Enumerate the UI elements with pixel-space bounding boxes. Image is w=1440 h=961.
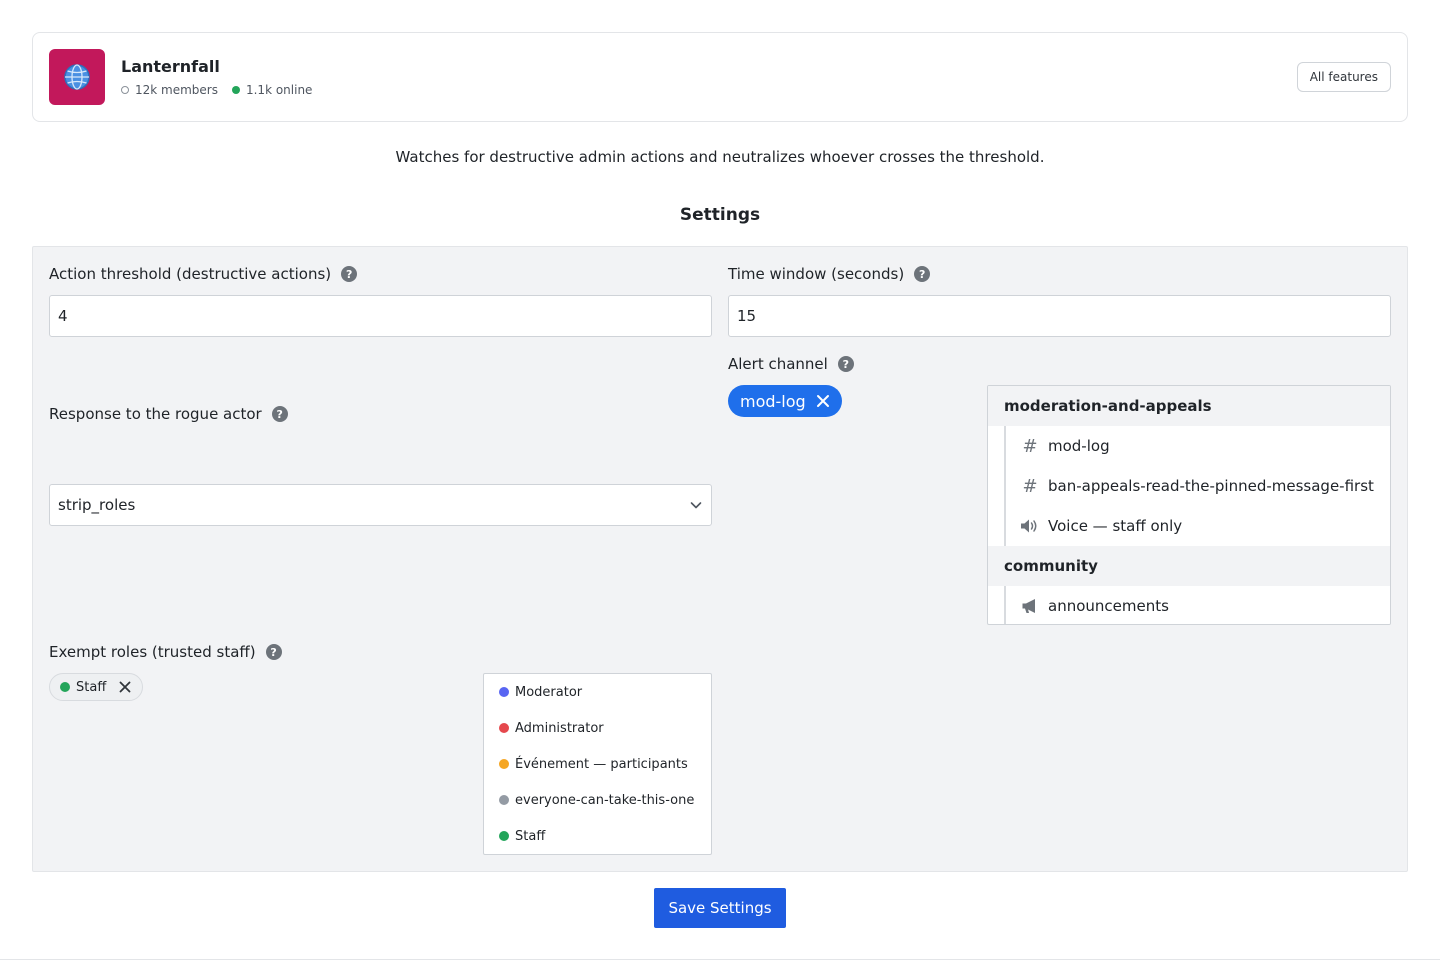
help-icon[interactable]: ? [914, 266, 931, 282]
close-icon[interactable] [816, 394, 830, 408]
hash-icon: # [1022, 435, 1038, 457]
exempt-roles-label: Exempt roles (trusted staff) ? [49, 643, 282, 661]
time-window-label: Time window (seconds) ? [728, 265, 931, 283]
time-window-label-text: Time window (seconds) [728, 265, 905, 283]
channel-option-label: Voice — staff only [1048, 517, 1183, 535]
channel-option-announcements[interactable]: announcements [1004, 586, 1390, 624]
channel-category: moderation-and-appeals [988, 386, 1390, 426]
response-selected-value: strip_roles [58, 496, 136, 514]
selected-role-name: Staff [76, 679, 107, 695]
role-color-dot-icon [499, 831, 509, 841]
channel-option-mod-log[interactable]: # mod-log [1004, 426, 1390, 466]
alert-channel-label: Alert channel ? [728, 355, 854, 373]
selected-channel-name: mod-log [740, 391, 806, 411]
role-color-dot-icon [499, 687, 509, 697]
channel-option-label: mod-log [1048, 437, 1110, 455]
role-option-label: Staff [515, 828, 546, 844]
help-icon[interactable]: ? [837, 356, 854, 372]
role-color-dot-icon [60, 682, 70, 692]
role-option-label: everyone-can-take-this-one [515, 792, 695, 808]
online-dot-icon [231, 86, 240, 94]
action-threshold-label: Action threshold (destructive actions) ? [49, 265, 358, 283]
channel-category: community [988, 546, 1390, 586]
help-icon[interactable]: ? [341, 266, 358, 282]
role-option-moderator[interactable]: Moderator [484, 674, 711, 710]
bottom-divider [0, 959, 1440, 960]
role-option-staff[interactable]: Staff [484, 818, 711, 854]
response-label: Response to the rogue actor ? [49, 405, 288, 423]
hash-icon: # [1022, 475, 1038, 497]
server-icon [49, 49, 105, 105]
role-option-label: Administrator [515, 720, 604, 736]
selected-channel-chip[interactable]: mod-log [728, 385, 842, 417]
role-option-label: Événement — participants [515, 756, 688, 772]
feature-description: Watches for destructive admin actions an… [395, 148, 1045, 166]
all-features-button[interactable]: All features [1296, 62, 1391, 92]
action-threshold-label-text: Action threshold (destructive actions) [49, 265, 332, 283]
time-window-input[interactable] [728, 295, 1391, 337]
channel-option-label: ban-appeals-read-the-pinned-message-firs… [1048, 477, 1374, 495]
channel-option-voice-staff[interactable]: Voice — staff only [1004, 506, 1390, 546]
server-header-card: Lanternfall 12k members 1.1k online All … [32, 32, 1408, 122]
members-dot-icon [121, 86, 129, 94]
settings-title: Settings [679, 205, 761, 225]
chevron-down-icon [690, 502, 702, 509]
response-label-text: Response to the rogue actor [49, 405, 262, 423]
globe-icon [64, 64, 90, 90]
role-color-dot-icon [499, 759, 509, 769]
save-settings-button[interactable]: Save Settings [654, 888, 786, 928]
role-option-evenement[interactable]: Événement — participants [484, 746, 711, 782]
server-stats: 12k members 1.1k online [121, 83, 312, 97]
role-color-dot-icon [499, 795, 509, 805]
role-option-label: Moderator [515, 684, 583, 700]
action-threshold-input[interactable] [49, 295, 712, 337]
role-color-dot-icon [499, 723, 509, 733]
exempt-roles-label-text: Exempt roles (trusted staff) [49, 643, 256, 661]
channel-dropdown-list: moderation-and-appeals # mod-log # ban-a… [987, 385, 1391, 625]
speaker-icon [1020, 518, 1040, 534]
channel-option-label: announcements [1048, 597, 1169, 615]
response-select[interactable]: strip_roles [49, 484, 712, 526]
alert-channel-label-text: Alert channel [728, 355, 828, 373]
role-dropdown-list: Moderator Administrator Événement — part… [483, 673, 712, 855]
online-count: 1.1k online [245, 83, 313, 97]
role-option-everyone[interactable]: everyone-can-take-this-one [484, 782, 711, 818]
close-icon[interactable] [118, 680, 132, 694]
megaphone-icon [1020, 598, 1040, 614]
help-icon[interactable]: ? [265, 644, 282, 660]
server-name: Lanternfall [121, 57, 220, 76]
member-count: 12k members [135, 83, 218, 97]
selected-role-chip[interactable]: Staff [49, 673, 144, 701]
help-icon[interactable]: ? [271, 406, 288, 422]
role-option-administrator[interactable]: Administrator [484, 710, 711, 746]
settings-panel: Action threshold (destructive actions) ?… [32, 246, 1408, 872]
channel-option-ban-appeals[interactable]: # ban-appeals-read-the-pinned-message-fi… [1004, 466, 1390, 506]
